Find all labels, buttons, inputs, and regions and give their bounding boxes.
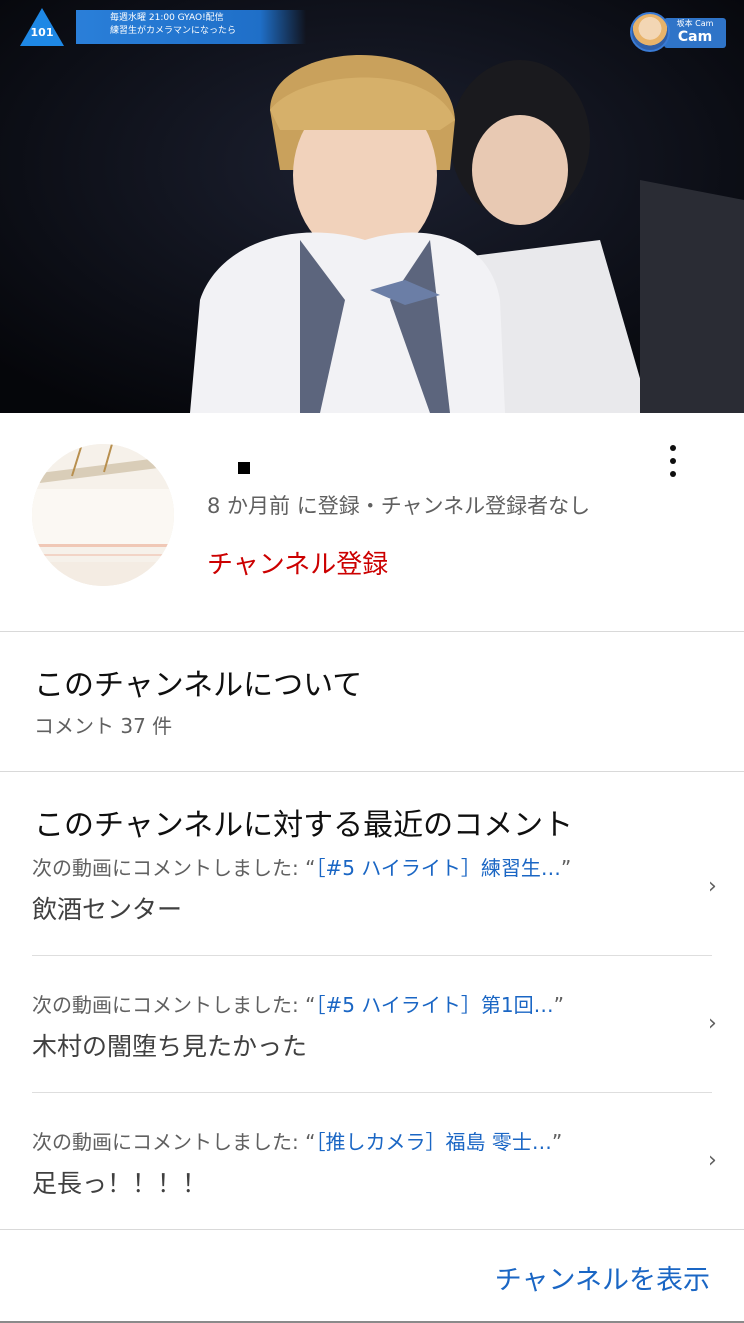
divider [0,771,744,772]
comment-suffix: ” [560,856,572,880]
comment-video-link[interactable]: ［#5 ハイライト］練習生… [315,856,560,880]
cam-avatar [630,12,670,52]
banner-line-2: 練習生がカメラマンになったら [110,26,237,36]
comment-suffix: ” [551,1130,563,1154]
channel-name [238,462,250,474]
comment-text: 飲酒センター [32,895,183,924]
comment-text: 木村の闇堕ち見たかった [32,1032,308,1061]
program-banner: 毎週水曜 21:00 GYAO!配信 練習生がカメラマンになったら [76,10,306,44]
more-vertical-icon[interactable] [658,441,688,481]
cam-sub-label: 坂本 Cam [676,19,714,28]
comment-suffix: ” [553,993,565,1017]
comment-meta: 次の動画にコメントしました: “［#5 ハイライト］第1回…” [32,989,564,1018]
comment-meta: 次の動画にコメントしました: “［推しカメラ］福島 零士…” [32,1126,562,1155]
cam-badge: 坂本 Cam Cam [630,12,728,54]
divider [0,1229,744,1230]
chevron-right-icon: › [708,1011,717,1036]
cam-tag: 坂本 Cam Cam [664,18,726,48]
comment-count: コメント 37 件 [34,714,173,738]
avatar-image [32,444,174,586]
cam-label: Cam [677,29,713,45]
comment-prefix: 次の動画にコメントしました: “ [32,993,316,1017]
banner-line-1: 毎週水曜 21:00 GYAO!配信 [110,13,224,23]
chevron-right-icon: › [708,874,717,899]
comment-prefix: 次の動画にコメントしました: “ [32,1130,316,1154]
comment-separator [32,1092,712,1093]
comment-text: 足長っ！！！！ [32,1169,208,1198]
comment-item[interactable]: 次の動画にコメントしました: “［推しカメラ］福島 零士…” 足長っ！！！！ › [0,1126,744,1246]
comment-item[interactable]: 次の動画にコメントしました: “［#5 ハイライト］練習生…” 飲酒センター › [0,852,744,972]
about-title: このチャンネルについて [34,668,363,703]
comment-video-link[interactable]: ［#5 ハイライト］第1回… [315,993,553,1017]
comment-item[interactable]: 次の動画にコメントしました: “［#5 ハイライト］第1回…” 木村の闇堕ち見た… [0,989,744,1109]
comment-prefix: 次の動画にコメントしました: “ [32,856,316,880]
comment-video-link[interactable]: ［推しカメラ］福島 零士… [315,1130,551,1154]
channel-avatar[interactable] [32,444,174,586]
divider [0,631,744,632]
subscription-info: 8 か月前 に登録・チャンネル登録者なし [207,494,591,518]
channel-header: 8 か月前 に登録・チャンネル登録者なし チャンネル登録 [0,413,744,631]
comment-separator [32,955,712,956]
video-frame [0,0,744,413]
subscribe-button[interactable]: チャンネル登録 [207,544,388,581]
show-channel-link[interactable]: チャンネルを表示 [495,1258,710,1297]
chevron-right-icon: › [708,1148,717,1173]
comment-meta: 次の動画にコメントしました: “［#5 ハイライト］練習生…” [32,852,571,881]
logo-number: 101 [30,26,54,39]
video-player[interactable]: 毎週水曜 21:00 GYAO!配信 練習生がカメラマンになったら 101 坂本… [0,0,744,413]
program-logo: 毎週水曜 21:00 GYAO!配信 練習生がカメラマンになったら 101 [20,8,306,54]
recent-comments-title: このチャンネルに対する最近のコメント [34,808,574,843]
